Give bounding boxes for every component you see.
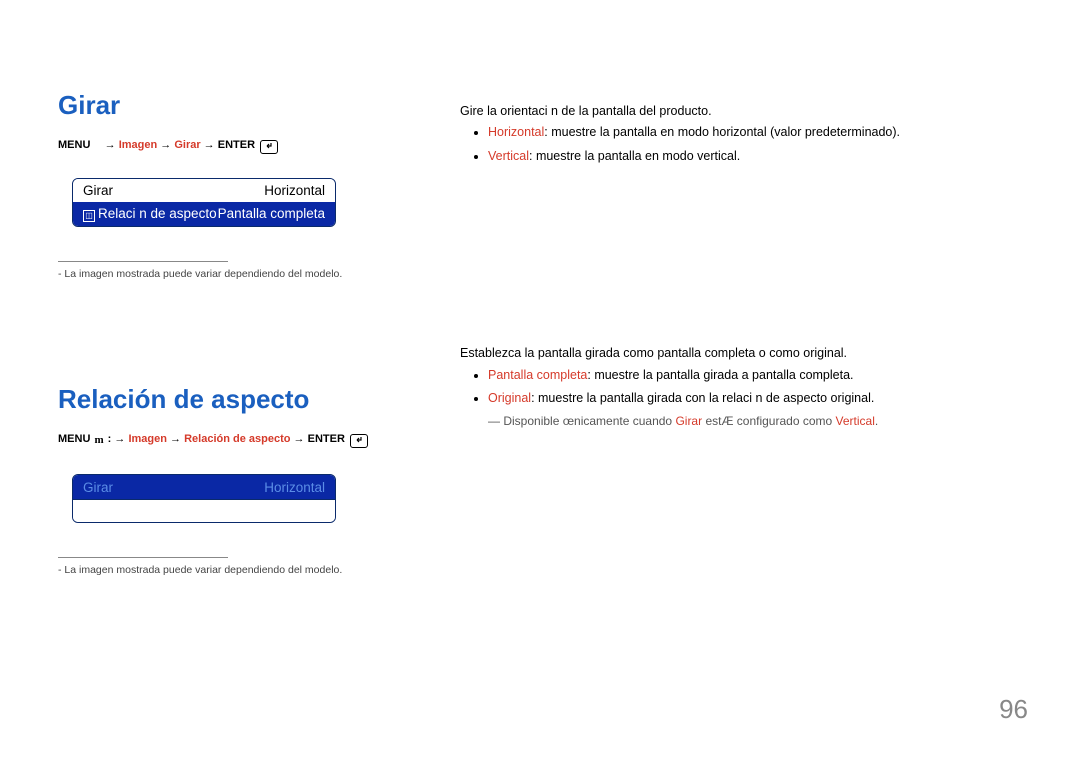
enter-icon	[350, 434, 368, 448]
aspect-icon: ◫	[83, 210, 95, 222]
ui-row-value: Horizontal	[264, 183, 325, 198]
footnote-2: La imagen mostrada puede variar dependie…	[58, 564, 398, 576]
bullet-horizontal: Horizontal: muestre la pantalla en modo …	[488, 123, 1020, 142]
section1-menu-path: MENU → Imagen → Girar → ENTER	[58, 139, 398, 154]
menu-prefix: MENU	[58, 139, 90, 151]
section1-intro: Gire la orientaci n de la pantalla del p…	[460, 102, 1020, 121]
ui-row-label: Girar	[83, 480, 113, 495]
menu-path-imagen: Imagen	[128, 433, 167, 445]
ui-preview-girar: Girar Horizontal ◫Relaci n de aspecto Pa…	[72, 178, 336, 227]
section2-menu-path: MENU m : → Imagen → Relación de aspecto …	[58, 433, 398, 448]
ui-row-value: Horizontal	[264, 480, 325, 495]
bullet-vertical: Vertical: muestre la pantalla en modo ve…	[488, 147, 1020, 166]
menu-m-icon: m	[93, 434, 104, 446]
ui-preview-aspect: Girar Horizontal	[72, 474, 336, 523]
ui-row-girar-dim[interactable]: Girar Horizontal	[73, 475, 335, 499]
ui-row-label: Girar	[83, 183, 113, 198]
bullet-fullscreen: Pantalla completa: muestre la pantalla g…	[488, 366, 1020, 385]
ui-row-label: ◫Relaci n de aspecto	[83, 206, 217, 222]
menu-enter-label: ENTER	[308, 433, 345, 445]
separator	[58, 261, 228, 262]
separator	[58, 557, 228, 558]
section2-intro: Establezca la pantalla girada como panta…	[460, 344, 1020, 363]
ui-row-value: Pantalla completa	[218, 206, 325, 222]
menu-path-aspect: Relación de aspecto	[184, 433, 290, 445]
section2-title: Relación de aspecto	[58, 384, 398, 415]
menu-prefix: MENU	[58, 433, 90, 445]
availability-note: ― Disponible œnicamente cuando Girar est…	[488, 412, 1020, 431]
menu-enter-label: ENTER	[218, 139, 255, 151]
section2-bullets: Pantalla completa: muestre la pantalla g…	[460, 366, 1020, 409]
section1-title: Girar	[58, 90, 398, 121]
footnote-1: La imagen mostrada puede variar dependie…	[58, 268, 398, 280]
enter-icon	[260, 140, 278, 154]
page-number: 96	[999, 694, 1028, 725]
menu-path-imagen: Imagen	[119, 139, 158, 151]
section1-bullets: Horizontal: muestre la pantalla en modo …	[460, 123, 1020, 166]
menu-path-girar: Girar	[174, 139, 200, 151]
ui-row-empty[interactable]	[73, 499, 335, 522]
bullet-original: Original: muestre la pantalla girada con…	[488, 389, 1020, 408]
ui-row-aspect[interactable]: ◫Relaci n de aspecto Pantalla completa	[73, 202, 335, 226]
ui-row-girar[interactable]: Girar Horizontal	[73, 179, 335, 202]
